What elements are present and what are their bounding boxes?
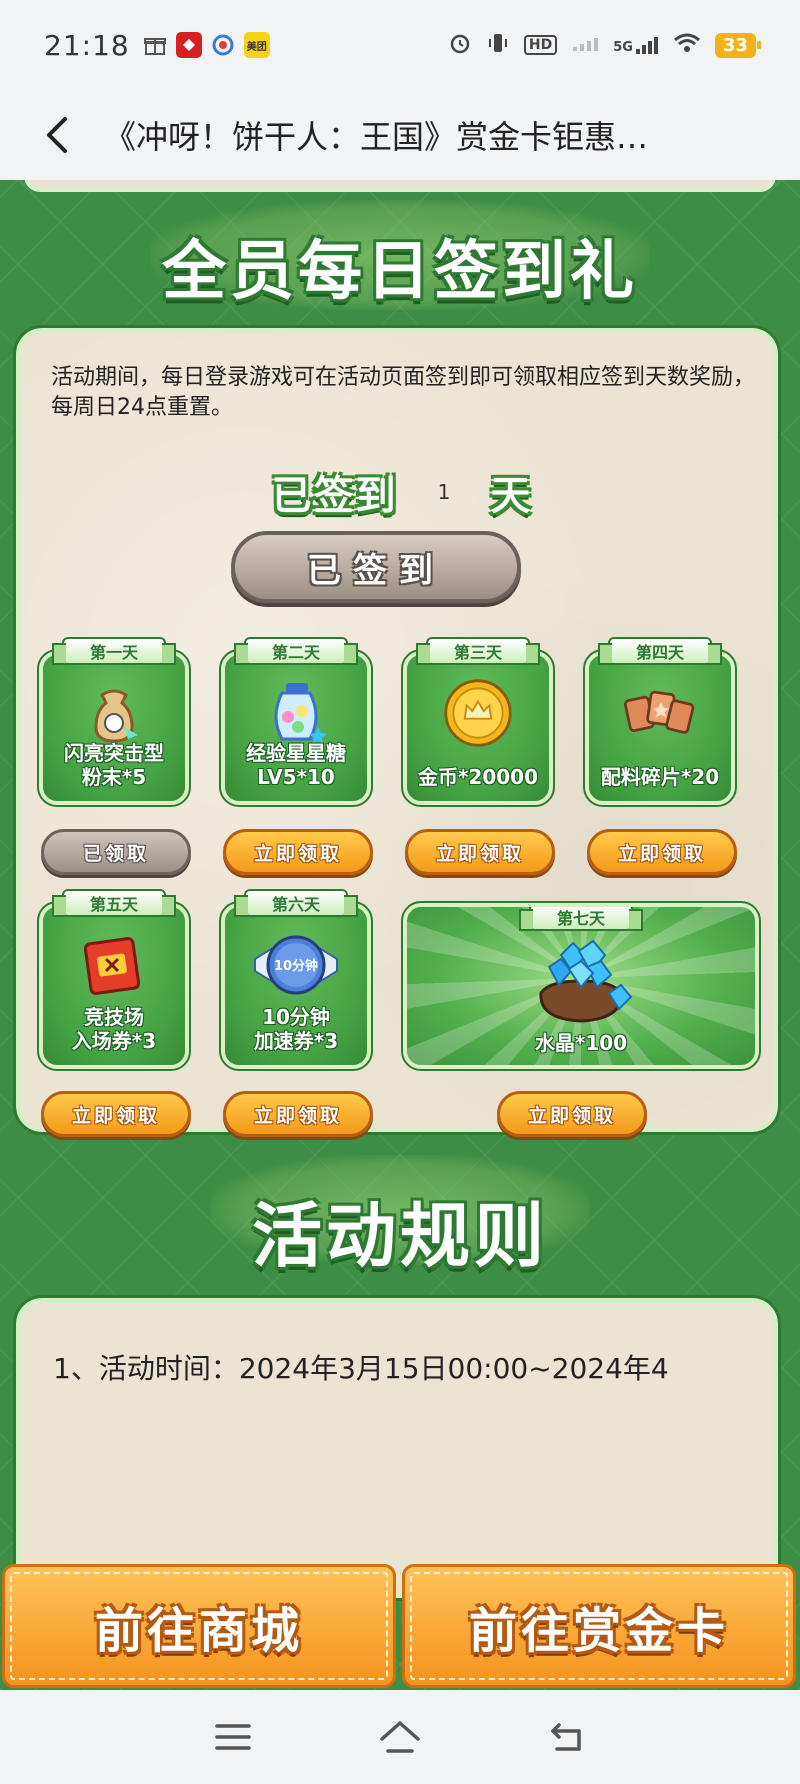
day-reward-label: 经验星星糖 LV5*10 [225,741,367,789]
reward-line-2: 入场券*3 [71,1029,157,1053]
bottom-action-bar: 前往商城 前往赏金卡 [0,1560,800,1690]
claim-button-day-6[interactable]: 立即领取 [223,1091,373,1137]
reward-line-2: 金币*20000 [417,765,539,789]
reward-line-2: 配料碎片*20 [600,765,720,789]
claim-button-day-5[interactable]: 立即领取 [41,1091,191,1137]
network-label: 5G [613,40,633,55]
day-card-4: 第四天 配料碎片*20 [583,637,737,807]
day-reward-label: 竞技场 入场券*3 [43,1005,185,1053]
day-card-2: 第二天 经验星星糖 LV5*10 [219,637,373,807]
reward-line-1: 竞技场 [84,1005,144,1029]
gold-coin-icon [442,677,514,749]
go-to-shop-button[interactable]: 前往商城 [2,1564,396,1688]
speedup-ticket-text: 10分钟 [273,959,319,974]
menu-icon[interactable] [203,1707,263,1767]
previous-card-edge [24,180,776,192]
vibrate-icon [486,31,510,60]
powder-bag-icon [78,677,150,749]
day-card-3: 第三天 金币*20000 [401,637,555,807]
reward-line-2: LV5*10 [257,765,335,789]
home-icon[interactable] [370,1707,430,1767]
battery-icon: 33 [714,32,762,58]
system-nav-bar [0,1690,800,1784]
reward-line-2: 加速券*3 [253,1029,339,1053]
main-content[interactable]: 全员每日签到礼 活动期间，每日登录游戏可在活动页面签到即可领取相应签到天数奖励，… [0,180,800,1690]
day-reward-label: 闪亮突击型 粉末*5 [43,741,185,789]
claim-button-day-4[interactable]: 立即领取 [587,829,737,875]
day-card-6: 第六天 10分钟 10分钟 加速券*3 [219,889,373,1071]
signed-button[interactable]: 已签到 [231,531,521,603]
day-reward-label: 水晶*100 [407,1031,755,1055]
page-title: 《冲呀！饼干人：王国》赏金卡钜惠… [104,118,649,156]
day-card-7: 第七天 水晶*100 [401,901,761,1071]
day-ribbon: 第六天 [234,889,358,917]
alarm-icon [448,31,472,60]
day-reward-label: 10分钟 加速券*3 [225,1005,367,1053]
status-app-icons: 美团 [142,32,270,58]
reward-line-1: 10分钟 [262,1005,330,1029]
checkin-banner-title: 全员每日签到礼 [162,235,638,309]
wifi-icon [673,32,701,59]
go-to-bounty-card-button[interactable]: 前往赏金卡 [402,1564,796,1688]
signed-prefix: 已签到 [271,473,398,519]
checkin-description: 活动期间，每日登录游戏可在活动页面签到即可领取相应签到天数奖励，每周日24点重置… [51,365,756,420]
speedup-ticket-icon: 10分钟 [251,929,341,1001]
reward-line-2: 粉末*5 [81,765,147,789]
topping-shards-icon [624,677,696,749]
gift-icon [142,32,168,58]
reward-line-2: 水晶*100 [534,1031,628,1055]
day-ribbon: 第四天 [598,637,722,665]
checkin-card: 活动期间，每日登录游戏可在活动页面签到即可领取相应签到天数奖励，每周日24点重置… [13,325,781,1137]
hd-icon: HD [523,35,558,55]
claim-button-day-3[interactable]: 立即领取 [405,829,555,875]
day-ribbon: 第二天 [234,637,358,665]
browser-app-icon [210,32,236,58]
day-ribbon: 第一天 [52,637,176,665]
signal-weak-icon [571,33,599,58]
crystal-bag-icon [521,933,641,1029]
rules-card: 1、活动时间：2024年3月15日00:00~2024年4 [13,1295,781,1601]
claim-button-day-2[interactable]: 立即领取 [223,829,373,875]
day-ribbon: 第五天 [52,889,176,917]
claim-button-day-1[interactable]: 已领取 [41,829,191,875]
star-candy-icon [260,677,332,749]
signed-days-count: 1 [437,480,451,504]
arena-ticket-icon [78,929,150,1001]
day-reward-label: 金币*20000 [407,765,549,789]
signed-days-row: 已签到 1 天 [21,463,783,521]
signal-5g-icon: 5G [613,35,659,55]
status-bar: 21:18 美团 HD 5G 33 [0,0,800,90]
day-card-1: 第一天 闪亮突击型 粉末*5 [37,637,191,807]
reward-line-1: 经验星星糖 [246,741,346,765]
back-nav-icon[interactable] [537,1707,597,1767]
meituan-app-icon: 美团 [243,32,270,58]
claim-button-day-7[interactable]: 立即领取 [497,1091,647,1137]
day-card-5: 第五天 竞技场 入场券*3 [37,889,191,1071]
status-system-icons: HD 5G 33 [448,31,762,60]
status-time: 21:18 [44,28,130,62]
day-reward-label: 配料碎片*20 [589,765,731,789]
back-arrow-icon[interactable] [40,117,74,153]
signed-suffix: 天 [490,473,533,519]
title-bar: 《冲呀！饼干人：王国》赏金卡钜惠… [0,90,800,180]
reward-line-1: 闪亮突击型 [64,741,164,765]
day-ribbon: 第七天 [519,907,643,931]
news-app-icon [175,32,202,58]
rules-banner-title: 活动规则 [252,1195,548,1277]
day-ribbon: 第三天 [416,637,540,665]
rules-line-1: 1、活动时间：2024年3月15日00:00~2024年4 [53,1352,669,1385]
